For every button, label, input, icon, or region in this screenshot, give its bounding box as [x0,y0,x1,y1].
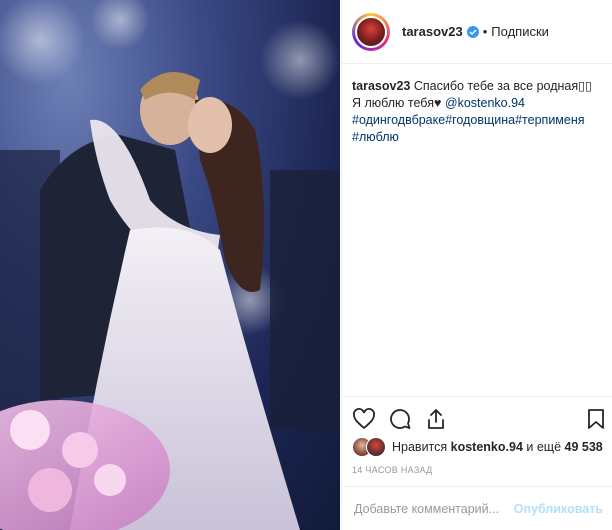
author-avatar[interactable] [352,12,390,51]
verified-badge-icon [466,25,479,38]
caption-username[interactable]: tarasov23 [352,79,410,93]
post-action-bar [342,396,612,440]
caption-hashtag-love[interactable]: #люблю [352,130,399,144]
speech-bubble-icon[interactable] [388,407,412,431]
likes-summary: Нравится kostenko.94 и ещё 49 538 [352,437,603,457]
likes-prefix: Нравится [392,440,451,454]
heart-outline-icon[interactable] [352,407,376,431]
comment-input[interactable] [352,500,536,517]
post-side-panel: tarasov23 • Подписки tarasov23 Спасибо т… [341,0,612,530]
likes-text: Нравится kostenko.94 и ещё 49 538 [392,440,603,454]
post-photo[interactable] [0,0,340,530]
caption-hashtags[interactable]: #одингодвбраке#годовщина#терпименя [352,113,585,127]
post-timestamp[interactable]: 14 ЧАСОВ НАЗАД [352,465,433,475]
post-caption: tarasov23 Спасибо тебе за все родная▯▯ Я… [352,78,607,146]
heart-emoji: ♥ [433,96,442,110]
wedding-photo-illustration [0,0,340,530]
comment-box: Опубликовать [342,486,612,530]
publish-button[interactable]: Опубликовать [514,502,603,516]
following-button[interactable]: Подписки [491,24,549,39]
likes-count[interactable]: 49 538 [565,440,603,454]
caption-text: Спасибо тебе за все родная▯▯ [413,79,592,93]
likes-middle: и ещё [522,440,565,454]
likes-user-link[interactable]: kostenko.94 [451,440,523,454]
caption-mention[interactable]: @kostenko.94 [445,96,525,110]
bookmark-icon[interactable] [584,407,608,431]
caption-text-line2: Я люблю тебя [352,96,434,110]
avatar-image [355,15,387,48]
header-separator: • [482,24,488,39]
author-username[interactable]: tarasov23 [402,24,463,39]
post-header: tarasov23 • Подписки [342,0,612,64]
liker-avatar-2[interactable] [366,437,386,457]
share-icon[interactable] [424,407,448,431]
